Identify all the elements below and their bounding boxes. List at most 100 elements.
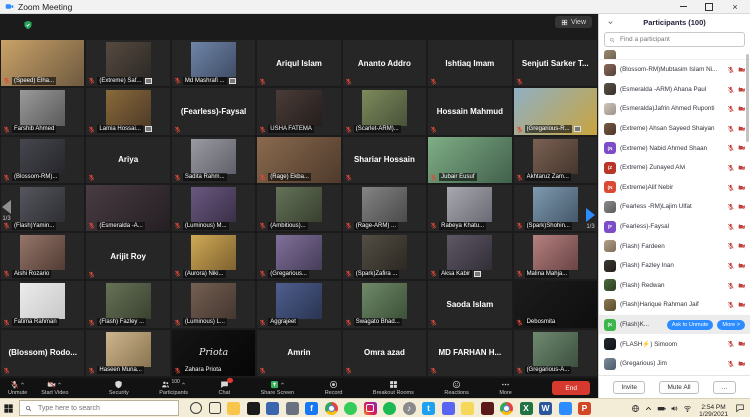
participant-tile[interactable]: (Aurora) Niki... bbox=[172, 233, 255, 279]
gallery-next-page[interactable]: 1/3 bbox=[586, 208, 595, 230]
participant-tile[interactable]: Ishtiaq Imam bbox=[428, 40, 511, 86]
toolbar-reactions-button[interactable]: Reactions bbox=[444, 380, 468, 396]
chevron-up-icon[interactable] bbox=[644, 404, 653, 413]
participant-tile[interactable]: (Blossom-RM)... bbox=[1, 137, 84, 183]
chrome-icon[interactable] bbox=[500, 402, 513, 415]
participant-row[interactable]: (Gregarious) Jim bbox=[599, 354, 750, 374]
invite-button[interactable]: Invite bbox=[613, 381, 645, 394]
participant-tile[interactable]: Debosmita bbox=[514, 281, 597, 327]
maximize-icon[interactable] bbox=[703, 2, 715, 12]
toolbar-start-video-button[interactable]: Start Video bbox=[41, 380, 68, 396]
toolbar-more-button[interactable]: More bbox=[499, 380, 512, 396]
close-icon[interactable]: × bbox=[729, 2, 741, 12]
zoom-icon[interactable] bbox=[559, 402, 572, 415]
participant-tile[interactable]: Omra azad bbox=[343, 330, 426, 376]
participant-tile[interactable]: Ariqul Islam bbox=[257, 40, 340, 86]
participant-tile[interactable]: (Rage) Ekba... bbox=[257, 137, 340, 183]
participant-tile[interactable]: (Scarlet-ARM)... bbox=[343, 88, 426, 134]
participant-row[interactable]: (Flash)Harique Rahman Jaif bbox=[599, 295, 750, 315]
participant-tile[interactable]: (Blossom) Rodo... bbox=[1, 330, 84, 376]
participant-tile[interactable]: (Gregarious... bbox=[257, 233, 340, 279]
participant-tile[interactable]: Amrin bbox=[257, 330, 340, 376]
chevron-down-icon[interactable] bbox=[607, 19, 614, 26]
facebook-icon[interactable]: f bbox=[305, 402, 318, 415]
excel-icon[interactable]: X bbox=[520, 402, 533, 415]
participant-tile[interactable]: (Gregarious-R... bbox=[514, 88, 597, 134]
gallery-prev-page[interactable]: 1/3 bbox=[2, 200, 11, 222]
participant-tile[interactable]: Jubair Eusuf bbox=[428, 137, 511, 183]
participant-tile[interactable]: PriotaZahara Priota bbox=[172, 330, 255, 376]
powerpoint-icon[interactable]: P bbox=[578, 402, 591, 415]
media-icon[interactable] bbox=[481, 402, 494, 415]
participant-tile[interactable]: Md Mashrafi ... bbox=[172, 40, 255, 86]
taskbar-search-input[interactable] bbox=[36, 404, 173, 413]
file-explorer-icon[interactable] bbox=[227, 402, 240, 415]
spotify-icon[interactable] bbox=[383, 402, 396, 415]
panel-scrollbar[interactable] bbox=[746, 54, 749, 142]
participant-row[interactable]: (Esmeralda)Jafrin Ahmed Ruponti bbox=[599, 99, 750, 119]
wifi-icon[interactable] bbox=[683, 404, 692, 413]
participant-tile[interactable]: (Speed) Elha... bbox=[1, 40, 84, 86]
participant-tile[interactable]: Shariar Hossain bbox=[343, 137, 426, 183]
taskbar-clock[interactable]: 2:54 PM 1/29/2021 bbox=[699, 404, 728, 417]
participant-row[interactable]: (Fearless -RM)Lajim Ulfat bbox=[599, 197, 750, 217]
participant-tile[interactable]: Ananto Addro bbox=[343, 40, 426, 86]
participant-tile[interactable]: (Spark)Zafira ... bbox=[343, 233, 426, 279]
participant-tile[interactable]: (Luminous) L... bbox=[172, 281, 255, 327]
participant-tile[interactable]: Malina Mahja... bbox=[514, 233, 597, 279]
participant-tile[interactable]: (Ambitious)... bbox=[257, 185, 340, 231]
minimize-icon[interactable] bbox=[677, 2, 689, 12]
participant-row[interactable]: (Flash) Fazley Inan bbox=[599, 256, 750, 276]
participant-tile[interactable]: (Flash)Yamin... bbox=[1, 185, 84, 231]
twitter-icon[interactable]: t bbox=[422, 402, 435, 415]
participant-tile[interactable]: Sadita Rahm... bbox=[172, 137, 255, 183]
task-view-icon[interactable] bbox=[209, 402, 221, 414]
participant-tile[interactable]: Aksa Kabir bbox=[428, 233, 511, 279]
participant-tile[interactable]: Senjuti Sarker T... bbox=[514, 40, 597, 86]
participant-tile[interactable]: Aggrajeet bbox=[257, 281, 340, 327]
discord-icon[interactable] bbox=[442, 402, 455, 415]
participant-tile[interactable]: Swagato Bhad... bbox=[343, 281, 426, 327]
toolbar-breakout-rooms-button[interactable]: Breakout Rooms bbox=[373, 380, 414, 396]
participant-row[interactable]: (Flash) Fardeen bbox=[599, 236, 750, 256]
participant-tile[interactable]: Arijit Roy bbox=[86, 233, 169, 279]
participant-tile[interactable]: Akhtaruz Zam... bbox=[514, 137, 597, 183]
calculator-icon[interactable] bbox=[286, 402, 299, 415]
participant-row[interactable]: (N(Extreme) Nabid Ahmed Shaan bbox=[599, 138, 750, 158]
view-button[interactable]: View bbox=[555, 16, 592, 28]
participant-row[interactable] bbox=[599, 50, 750, 60]
participant-tile[interactable]: Hossain Mahmud bbox=[428, 88, 511, 134]
participant-tile[interactable]: Rabeya Khatu... bbox=[428, 185, 511, 231]
toolbar-security-button[interactable]: Security bbox=[109, 380, 129, 396]
participant-row[interactable]: (Extreme) Ahsan Sayeed Shaiyan bbox=[599, 119, 750, 139]
notes-icon[interactable] bbox=[461, 402, 474, 415]
toolbar-unmute-button[interactable]: Unmute bbox=[8, 380, 27, 396]
participant-tile[interactable]: Saoda Islam bbox=[428, 281, 511, 327]
start-button-icon[interactable] bbox=[3, 403, 14, 414]
terminal-icon[interactable] bbox=[247, 402, 260, 415]
participant-tile[interactable]: (Flash) Fazley ... bbox=[86, 281, 169, 327]
participant-search-input[interactable] bbox=[618, 35, 740, 44]
participant-row[interactable]: (F(Fearless)-Faysal bbox=[599, 217, 750, 237]
participant-row[interactable]: (Z(Extreme) Zunayed Alvi bbox=[599, 158, 750, 178]
participant-tile[interactable]: Ariya bbox=[86, 137, 169, 183]
participant-tile[interactable]: Farshib Ahmed bbox=[1, 88, 84, 134]
participant-tile[interactable]: MD FARHAN H... bbox=[428, 330, 511, 376]
participant-row[interactable]: (K(Flash)K...Ask to UnmuteMore > bbox=[599, 315, 750, 335]
instagram-icon[interactable] bbox=[364, 402, 377, 415]
participant-row[interactable]: (FLASH⚡) Simoom bbox=[599, 334, 750, 354]
participant-tile[interactable]: (Spark)Shohin... bbox=[514, 185, 597, 231]
more-button[interactable]: More > bbox=[717, 320, 745, 330]
toolbar-chat-button[interactable]: Chat bbox=[218, 380, 230, 396]
participant-row[interactable]: (Blossom-RM)Mubtasim Islam Ni... bbox=[599, 60, 750, 80]
photos-icon[interactable] bbox=[266, 402, 279, 415]
participant-row[interactable]: (Flash) Redwan bbox=[599, 276, 750, 296]
whatsapp-icon[interactable] bbox=[344, 402, 357, 415]
participant-tile[interactable]: (Gregarious-A... bbox=[514, 330, 597, 376]
participant-tile[interactable]: (Luminous) M... bbox=[172, 185, 255, 231]
end-meeting-button[interactable]: End bbox=[552, 381, 590, 395]
more-options-button[interactable]: … bbox=[713, 381, 736, 394]
participant-tile[interactable]: (Esmeralda -A... bbox=[86, 185, 169, 231]
participant-tile[interactable]: Haseen Muna... bbox=[86, 330, 169, 376]
participant-row[interactable]: (Esmeralda -ARM) Ahana Paul bbox=[599, 80, 750, 100]
